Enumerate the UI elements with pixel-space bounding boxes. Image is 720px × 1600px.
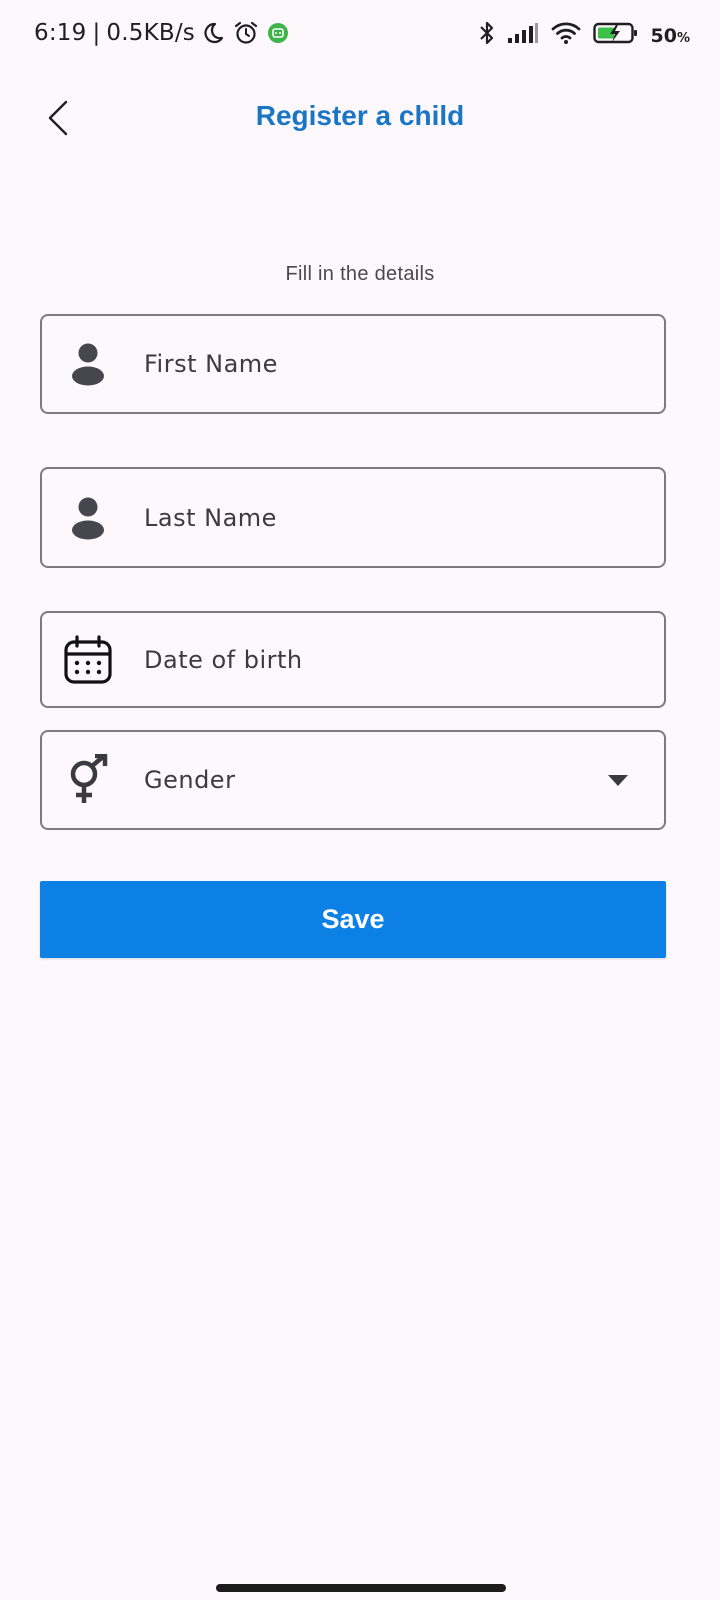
bluetooth-icon: [479, 20, 495, 51]
person-icon: [60, 490, 116, 546]
signal-icon: [507, 22, 539, 49]
gender-icon: [60, 752, 116, 808]
wifi-icon: [551, 21, 581, 50]
gender-select[interactable]: Gender: [40, 730, 666, 830]
network-speed: 0.5KB/s: [106, 20, 195, 46]
status-right: 50%: [479, 20, 690, 51]
last-name-placeholder: Last Name: [144, 503, 277, 532]
first-name-placeholder: First Name: [144, 350, 278, 378]
save-button[interactable]: Save: [40, 881, 666, 958]
battery-percent: 50%: [650, 24, 690, 47]
alarm-icon: [233, 20, 259, 46]
form-subtitle: Fill in the details: [285, 263, 435, 285]
status-bar: 6:19 | 0.5KB/s 50%: [0, 0, 720, 70]
gender-placeholder: Gender: [144, 766, 236, 794]
last-name-field[interactable]: Last Name: [40, 467, 666, 568]
date-of-birth-field[interactable]: Date of birth: [40, 611, 666, 708]
status-time: 6:19: [34, 20, 87, 46]
moon-icon: [201, 21, 225, 45]
status-left: 6:19 | 0.5KB/s: [34, 20, 289, 46]
dropdown-arrow-icon: [608, 774, 628, 786]
app-notification-icon: [267, 22, 289, 44]
home-indicator[interactable]: [216, 1584, 506, 1592]
first-name-field[interactable]: First Name: [40, 314, 666, 414]
calendar-icon: [60, 632, 116, 688]
status-separator: |: [92, 20, 101, 46]
battery-charging-icon: [592, 21, 639, 50]
person-icon: [60, 336, 116, 392]
page-title: Register a child: [255, 100, 465, 131]
date-of-birth-placeholder: Date of birth: [144, 645, 303, 674]
